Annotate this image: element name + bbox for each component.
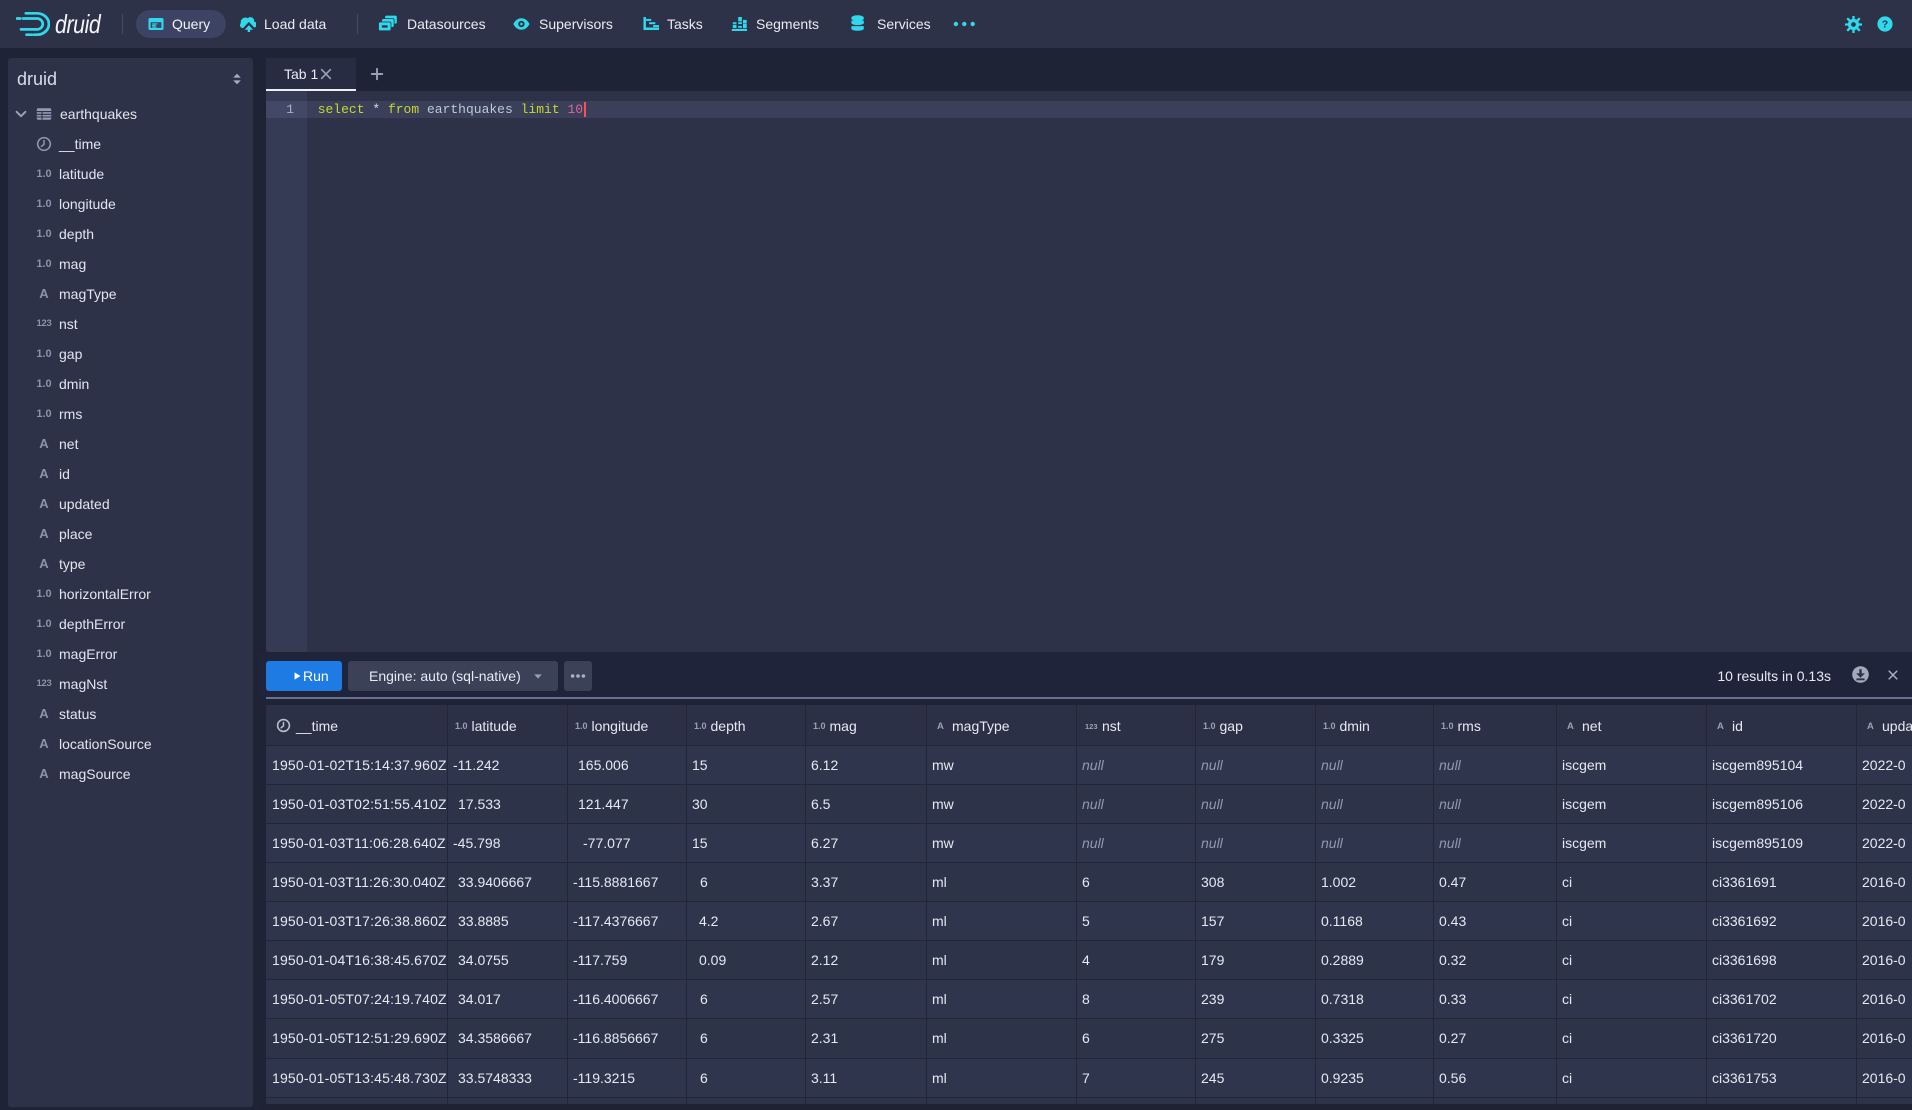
svg-text:?: ? [1882,19,1888,31]
